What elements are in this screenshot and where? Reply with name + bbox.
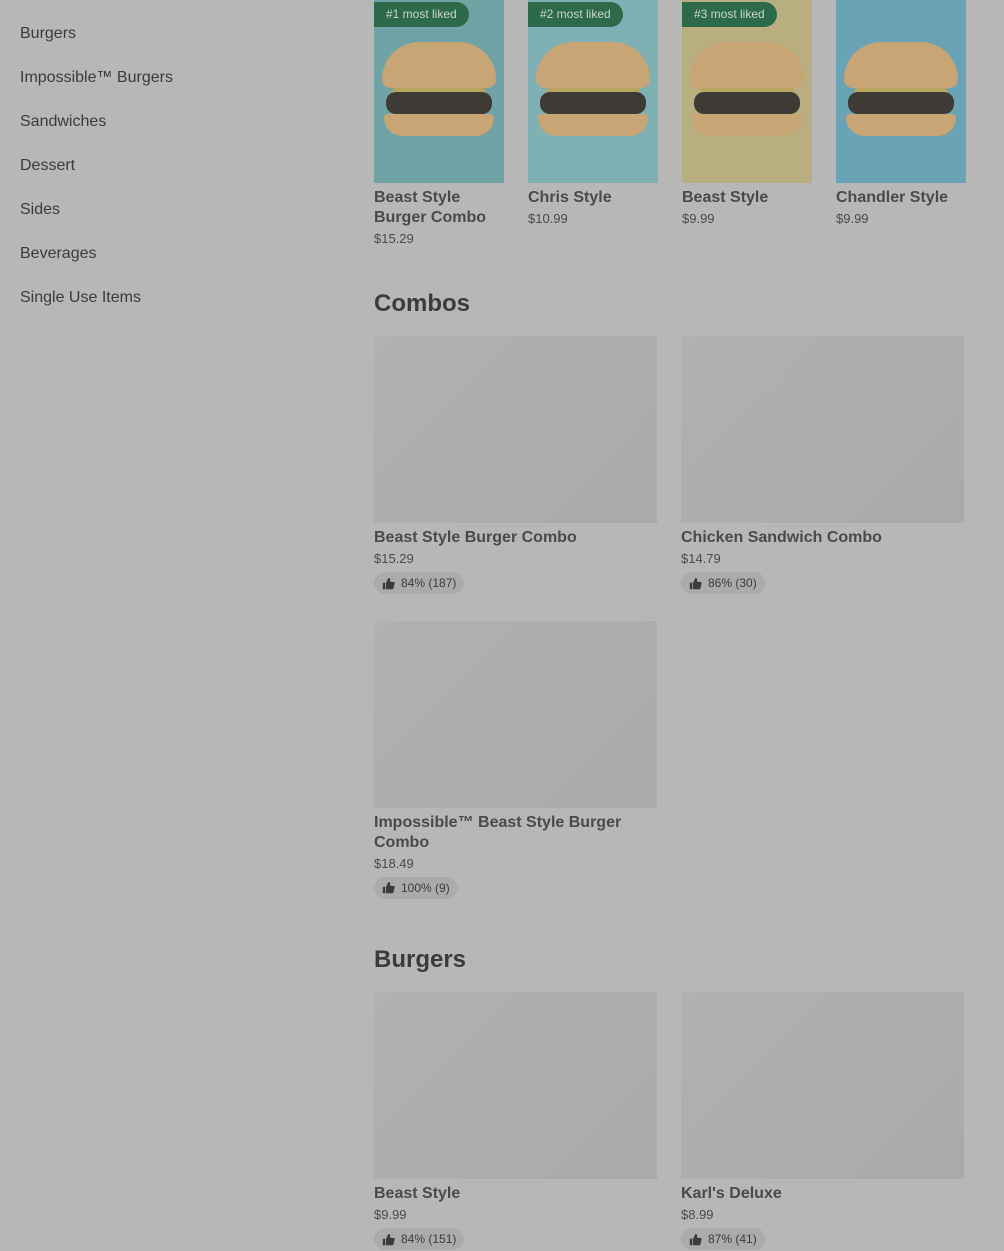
rating-text: 100% (9) <box>401 880 450 895</box>
thumbs-up-icon <box>382 1233 395 1245</box>
rating-text: 87% (41) <box>708 1232 757 1246</box>
burger-bun-top <box>690 42 804 88</box>
combos-section: Combos Beast Style Burger Combo $15.29 8… <box>374 290 964 899</box>
product-image: #1 most liked <box>374 0 504 183</box>
product-image <box>374 992 657 1179</box>
product-price: $9.99 <box>682 211 715 226</box>
product-grid: Beast Style Burger Combo $15.29 84% (187… <box>374 336 964 899</box>
product-name: Beast Style Burger Combo <box>374 189 486 226</box>
category-sidebar: Burgers Impossible™ Burgers Sandwiches D… <box>20 24 320 332</box>
product-price: $15.29 <box>374 231 414 246</box>
product-image <box>836 0 966 183</box>
burger-bun-top <box>536 42 650 88</box>
thumbs-up-icon <box>689 1233 702 1245</box>
most-liked-badge: #3 most liked <box>682 2 777 27</box>
rating-text: 84% (187) <box>401 576 457 590</box>
burger-bun-bottom <box>384 114 494 136</box>
burger-bun-top <box>382 42 496 88</box>
burger-bun-bottom <box>846 114 956 136</box>
most-liked-card[interactable]: #2 most liked Chris Style $10.99 <box>528 0 658 246</box>
product-name: Chandler Style <box>836 189 949 206</box>
most-liked-card[interactable]: Chandler Style $9.99 <box>836 0 966 246</box>
sidebar-item-sides[interactable]: Sides <box>20 200 320 244</box>
product-card[interactable]: Karl's Deluxe $8.99 87% (41) <box>681 992 964 1251</box>
product-name: Beast Style <box>682 189 769 206</box>
burger-patty <box>848 92 954 114</box>
product-image <box>681 336 964 523</box>
product-name: Beast Style Burger Combo <box>374 529 577 546</box>
sidebar-item-sandwiches[interactable]: Sandwiches <box>20 112 320 156</box>
product-grid: Beast Style $9.99 84% (151) Karl's Delux… <box>374 992 964 1251</box>
burger-patty <box>694 92 800 114</box>
product-name: Impossible™ Beast Style Burger Combo <box>374 813 622 851</box>
product-price: $9.99 <box>374 1207 407 1222</box>
burger-bun-top <box>844 42 958 88</box>
sidebar-item-dessert[interactable]: Dessert <box>20 156 320 200</box>
rating-badge: 100% (9) <box>374 876 458 899</box>
rating-badge: 84% (187) <box>374 572 465 594</box>
sidebar-item-single-use-items[interactable]: Single Use Items <box>20 288 320 332</box>
product-name: Chris Style <box>528 189 612 206</box>
product-price: $14.79 <box>681 551 721 566</box>
most-liked-card[interactable]: #1 most liked Beast Style Burger Combo $… <box>374 0 504 246</box>
product-price: $9.99 <box>836 211 869 226</box>
burger-patty <box>386 92 492 114</box>
burgers-section: Burgers Beast Style $9.99 84% (151) Karl… <box>374 946 964 1251</box>
product-image <box>681 992 964 1179</box>
product-card[interactable]: Beast Style Burger Combo $15.29 84% (187… <box>374 336 657 595</box>
sidebar-item-impossible-burgers[interactable]: Impossible™ Burgers <box>20 68 320 112</box>
product-image <box>374 620 657 808</box>
most-liked-badge: #1 most liked <box>374 2 469 27</box>
rating-badge: 87% (41) <box>681 1228 765 1250</box>
product-image <box>374 336 657 523</box>
most-liked-carousel: #1 most liked Beast Style Burger Combo $… <box>374 0 966 246</box>
most-liked-badge: #2 most liked <box>528 2 623 27</box>
section-title: Combos <box>374 290 470 317</box>
rating-text: 86% (30) <box>708 576 757 590</box>
rating-text: 84% (151) <box>401 1232 457 1246</box>
product-name: Beast Style <box>374 1185 461 1202</box>
product-price: $10.99 <box>528 211 568 226</box>
product-card[interactable]: Chicken Sandwich Combo $14.79 86% (30) <box>681 336 964 595</box>
most-liked-card[interactable]: #3 most liked Beast Style $9.99 <box>682 0 812 246</box>
product-price: $18.49 <box>374 855 414 871</box>
product-price: $8.99 <box>681 1207 714 1222</box>
thumbs-up-icon <box>382 577 395 589</box>
burger-bun-bottom <box>692 114 802 136</box>
product-name: Karl's Deluxe <box>681 1185 782 1202</box>
rating-badge: 86% (30) <box>681 572 765 594</box>
sidebar-item-beverages[interactable]: Beverages <box>20 244 320 288</box>
product-name: Chicken Sandwich Combo <box>681 529 882 546</box>
product-card[interactable]: Impossible™ Beast Style Burger Combo $18… <box>374 620 657 900</box>
product-image: #2 most liked <box>528 0 658 183</box>
menu-content: #1 most liked Beast Style Burger Combo $… <box>374 0 966 1250</box>
product-price: $15.29 <box>374 551 414 566</box>
product-card[interactable]: Beast Style $9.99 84% (151) <box>374 992 657 1251</box>
thumbs-up-icon <box>382 881 395 894</box>
section-title: Burgers <box>374 946 467 973</box>
burger-patty <box>540 92 646 114</box>
sidebar-item-burgers[interactable]: Burgers <box>20 24 320 68</box>
rating-badge: 84% (151) <box>374 1228 465 1250</box>
thumbs-up-icon <box>689 577 702 589</box>
product-image: #3 most liked <box>682 0 812 183</box>
burger-bun-bottom <box>538 114 648 136</box>
